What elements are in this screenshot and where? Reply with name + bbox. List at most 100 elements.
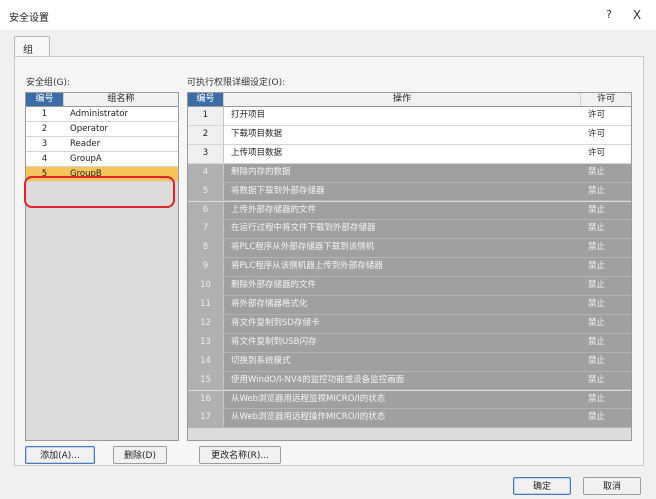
- group-num: 1: [41, 109, 48, 119]
- permission-row[interactable]: 6 上传外部存储器的文件 禁止: [188, 201, 631, 221]
- permission-num: 3: [188, 144, 224, 163]
- groups-col-name[interactable]: 组名称: [64, 93, 178, 106]
- permission-op: 下载项目数据: [231, 128, 283, 139]
- permission-row[interactable]: 16 从Web浏览器用远程监视MICRO/I的状态 禁止: [188, 390, 631, 410]
- group-row[interactable]: 4 GroupA: [26, 152, 178, 167]
- groups-label: 安全组(G):: [26, 78, 71, 88]
- group-num: 4: [41, 154, 48, 164]
- permission-value[interactable]: 禁止: [588, 258, 628, 276]
- permission-op: 将数据下载到外部存储器: [231, 185, 325, 196]
- cancel-button[interactable]: 取消: [583, 477, 641, 495]
- permission-row[interactable]: 12 将文件复制到SD存储卡 禁止: [188, 314, 631, 334]
- permission-row[interactable]: 10 删除外部存储器的文件 禁止: [188, 277, 631, 296]
- permission-row[interactable]: 14 切换到系统模式 禁止: [188, 352, 631, 372]
- perms-label: 可执行权限详细设定(O):: [187, 78, 286, 88]
- permission-num: 14: [188, 352, 224, 371]
- permission-op: 在运行过程中将文件下载到外部存储器: [231, 223, 376, 234]
- permission-row[interactable]: 5 将数据下载到外部存储器 禁止: [188, 182, 631, 202]
- window-title: 安全设置: [9, 13, 49, 24]
- rename-button[interactable]: 更改名称(R)...: [199, 446, 281, 464]
- permission-row[interactable]: 9 将PLC程序从该侧机器上传到外部存储器 禁止: [188, 258, 631, 278]
- tab-group-label: 组: [23, 45, 33, 56]
- delete-button[interactable]: 删除(D): [113, 446, 167, 464]
- permission-value[interactable]: 禁止: [588, 334, 628, 352]
- permission-op: 将文件复制到SD存储卡: [231, 317, 320, 328]
- permission-op: 从Web浏览器用远程监视MICRO/I的状态: [231, 393, 386, 404]
- permission-row[interactable]: 15 使用WindO/I-NV4的监控功能或设备监控画面 禁止: [188, 371, 631, 391]
- permission-value[interactable]: 禁止: [588, 315, 628, 333]
- dialog-footer: 确定 取消: [0, 470, 656, 499]
- permission-op: 将外部存储器格式化: [231, 299, 308, 309]
- permission-value[interactable]: 禁止: [588, 353, 628, 371]
- permission-value[interactable]: 禁止: [588, 391, 628, 409]
- permission-op: 从Web浏览器用远程操作MICRO/I的状态: [231, 412, 386, 423]
- permission-op: 将PLC程序从该侧机器上传到外部存储器: [231, 261, 383, 272]
- permission-value[interactable]: 禁止: [588, 372, 628, 390]
- permission-op: 删除外部存储器的文件: [231, 280, 317, 291]
- groups-grid[interactable]: 编号 组名称 1 Administrator 2 Operator 3 Reader 4 Gr…: [25, 92, 179, 441]
- permission-value[interactable]: 禁止: [588, 239, 628, 257]
- perms-grid-header: 编号 操作 许可: [188, 93, 631, 107]
- permission-row[interactable]: 7 在运行过程中将文件下载到外部存储器 禁止: [188, 220, 631, 240]
- permission-row[interactable]: 17 从Web浏览器用远程操作MICRO/I的状态 禁止: [188, 409, 631, 429]
- ok-button[interactable]: 确定: [513, 477, 571, 495]
- permission-num: 15: [188, 371, 224, 390]
- permission-value[interactable]: 许可: [588, 145, 628, 163]
- permission-op: 使用WindO/I-NV4的监控功能或设备监控画面: [231, 374, 405, 385]
- permission-row[interactable]: 1 打开项目 许可: [188, 107, 631, 126]
- close-button[interactable]: X: [628, 6, 646, 24]
- permission-op: 删除内存的数据: [231, 166, 291, 177]
- permission-row[interactable]: 13 将文件复制到USB闪存 禁止: [188, 333, 631, 353]
- permission-num: 8: [188, 239, 224, 258]
- group-num: 2: [41, 124, 48, 134]
- permission-row[interactable]: 4 删除内存的数据 禁止: [188, 163, 631, 183]
- permission-num: 1: [188, 107, 224, 125]
- permission-row[interactable]: 2 下载项目数据 许可: [188, 125, 631, 145]
- permission-num: 17: [188, 409, 224, 428]
- permission-value[interactable]: 许可: [588, 107, 628, 125]
- group-row[interactable]: 3 Reader: [26, 137, 178, 152]
- permission-num: 16: [188, 390, 224, 409]
- permission-row[interactable]: 3 上传项目数据 许可: [188, 144, 631, 164]
- group-name: GroupA: [70, 154, 102, 164]
- permission-row[interactable]: 11 将外部存储器格式化 禁止: [188, 296, 631, 315]
- title-bar: 安全设置 ? X: [0, 0, 656, 30]
- permission-num: 12: [188, 314, 224, 333]
- permission-value[interactable]: 禁止: [588, 296, 628, 314]
- permission-op: 将PLC程序从外部存储器下载到该侧机: [231, 242, 375, 253]
- perms-col-op[interactable]: 操作: [224, 93, 581, 106]
- permission-num: 5: [188, 182, 224, 201]
- permission-num: 13: [188, 333, 224, 352]
- group-num: 3: [41, 139, 48, 149]
- perms-col-perm[interactable]: 许可: [581, 93, 631, 106]
- perms-col-num[interactable]: 编号: [188, 93, 224, 106]
- permission-op: 将文件复制到USB闪存: [231, 336, 317, 347]
- permission-value[interactable]: 禁止: [588, 202, 628, 220]
- permission-value[interactable]: 禁止: [588, 409, 628, 427]
- groups-grid-header: 编号 组名称: [26, 93, 178, 107]
- permission-value[interactable]: 禁止: [588, 183, 628, 201]
- permission-op: 打开项目: [231, 110, 266, 120]
- help-button[interactable]: ?: [600, 6, 618, 24]
- perms-grid[interactable]: 编号 操作 许可 1 打开项目 许可 2 下载项目数据 许可 3 上传项目数据 许可 4 删除内存的…: [187, 92, 632, 441]
- permission-value[interactable]: 禁止: [588, 220, 628, 238]
- permission-row[interactable]: 8 将PLC程序从外部存储器下载到该侧机 禁止: [188, 239, 631, 259]
- permission-num: 7: [188, 220, 224, 239]
- selection-highlight-ring: [24, 176, 175, 208]
- permission-value[interactable]: 禁止: [588, 277, 628, 295]
- permission-value[interactable]: 禁止: [588, 164, 628, 182]
- permission-num: 9: [188, 258, 224, 277]
- group-row[interactable]: 1 Administrator: [26, 107, 178, 122]
- add-button[interactable]: 添加(A)...: [25, 446, 95, 464]
- permission-op: 上传项目数据: [231, 147, 283, 158]
- tab-group[interactable]: 组: [14, 36, 50, 57]
- groups-col-num[interactable]: 编号: [26, 93, 64, 106]
- permission-num: 6: [188, 201, 224, 220]
- permission-num: 2: [188, 125, 224, 144]
- group-name: Administrator: [70, 109, 128, 119]
- permission-op: 切换到系统模式: [231, 355, 291, 366]
- group-name: Operator: [70, 124, 109, 134]
- permission-op: 上传外部存储器的文件: [231, 204, 317, 215]
- group-row[interactable]: 2 Operator: [26, 122, 178, 137]
- permission-value[interactable]: 许可: [588, 126, 628, 144]
